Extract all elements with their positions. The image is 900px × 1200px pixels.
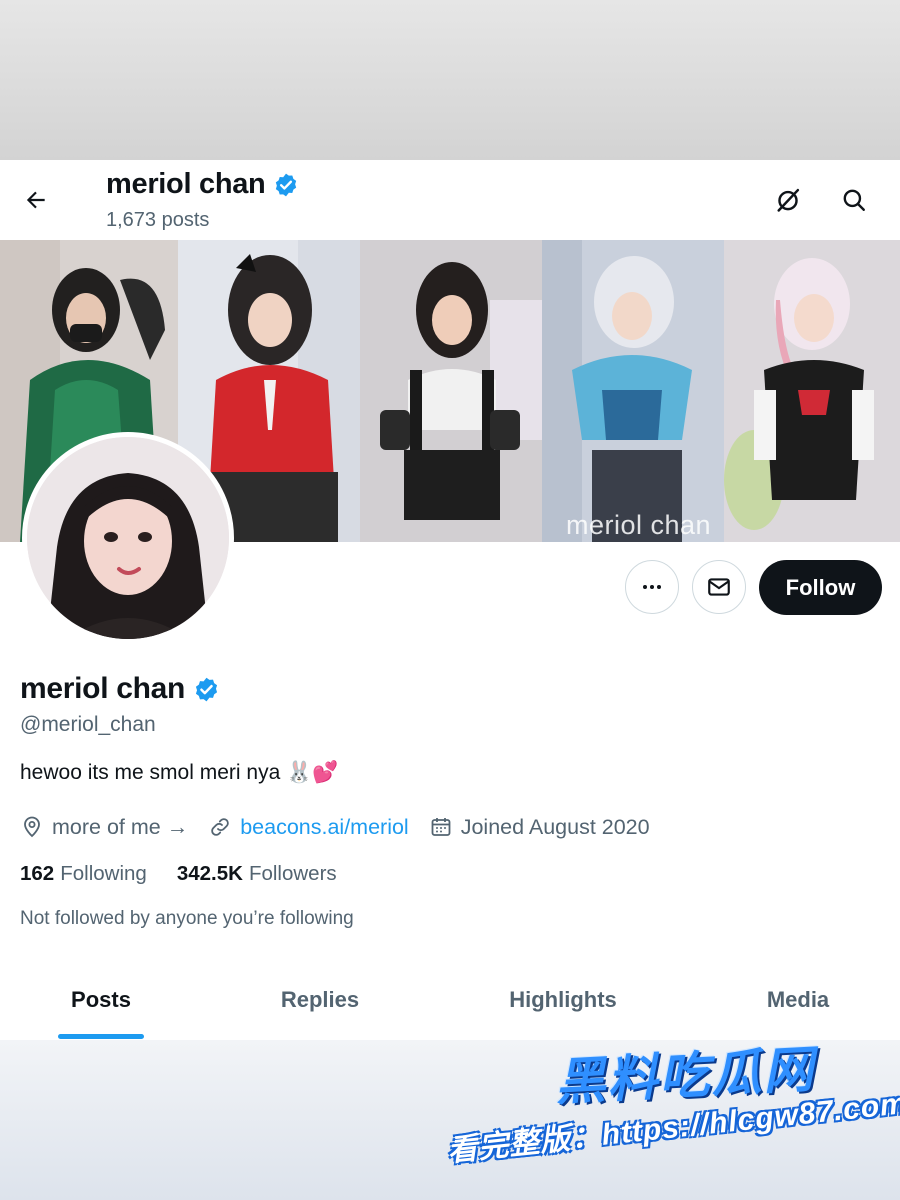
grok-button[interactable] — [766, 178, 810, 222]
profile-handle: @meriol_chan — [20, 713, 156, 736]
verified-badge-icon — [276, 173, 297, 196]
bio-emoji: 🐰💕 — [286, 761, 339, 784]
tab-replies[interactable]: Replies — [230, 960, 410, 1040]
following-stat[interactable]: 162 Following — [20, 862, 147, 886]
header-name: meriol chan — [106, 168, 266, 200]
calendar-icon — [431, 818, 451, 836]
profile-header: meriol chan 1,673 posts — [0, 160, 900, 240]
avatar[interactable] — [22, 432, 234, 644]
profile-page: meriol chan 1,673 posts meriol chan Foll… — [0, 160, 900, 1040]
search-icon — [843, 189, 865, 211]
profile-tabs: Posts Replies Highlights Media — [0, 960, 900, 1040]
verified-badge-icon[interactable] — [193, 676, 220, 703]
not-followed-note: Not followed by anyone you’re following — [20, 908, 354, 929]
followers-stat[interactable]: 342.5K Followers — [177, 862, 337, 886]
arrow-left-icon — [26, 191, 45, 209]
location-item: more of me → — [20, 815, 188, 840]
joined-text: Joined August 2020 — [460, 814, 650, 839]
banner-watermark: meriol chan — [566, 510, 712, 540]
following-count: 162 — [20, 862, 55, 885]
profile-name-row: meriol chan — [20, 672, 220, 706]
tab-media[interactable]: Media — [720, 960, 876, 1040]
grok-icon — [777, 188, 800, 212]
location-pin-icon — [24, 816, 40, 838]
followers-label: Followers — [248, 862, 337, 885]
bio-text: hewoo its me smol meri nya — [20, 761, 281, 784]
back-button[interactable] — [14, 178, 58, 222]
profile-stats: 162 Following 342.5K Followers — [20, 862, 367, 886]
active-tab-indicator — [58, 1034, 144, 1039]
joined-item: Joined August 2020 — [429, 815, 650, 840]
banner-photo-4 — [542, 240, 724, 542]
header-post-count: 1,673 posts — [106, 209, 210, 231]
search-button[interactable] — [832, 178, 876, 222]
followers-count: 342.5K — [176, 862, 243, 885]
location-text: more of me → — [52, 814, 189, 839]
follow-button[interactable]: Follow — [759, 560, 882, 615]
more-horizontal-icon — [643, 585, 661, 589]
message-button[interactable] — [692, 560, 746, 614]
website-item[interactable]: beacons.ai/meriol — [208, 815, 409, 840]
tab-highlights[interactable]: Highlights — [470, 960, 656, 1040]
profile-bio: hewoo its me smol meri nya 🐰💕 — [20, 761, 339, 785]
more-button[interactable] — [625, 560, 679, 614]
website-link[interactable]: beacons.ai/meriol — [240, 815, 409, 840]
banner-photo-3 — [360, 240, 542, 542]
display-name: meriol chan — [20, 672, 186, 705]
banner-photo-5 — [724, 240, 900, 542]
following-label: Following — [60, 862, 147, 885]
tab-posts[interactable]: Posts — [20, 960, 182, 1040]
link-icon — [211, 818, 229, 836]
profile-meta: more of me → beacons.ai/meriol Joined Au… — [20, 812, 670, 842]
top-gradient-band — [0, 0, 900, 160]
envelope-icon — [708, 578, 730, 596]
header-title: meriol chan — [106, 168, 299, 201]
